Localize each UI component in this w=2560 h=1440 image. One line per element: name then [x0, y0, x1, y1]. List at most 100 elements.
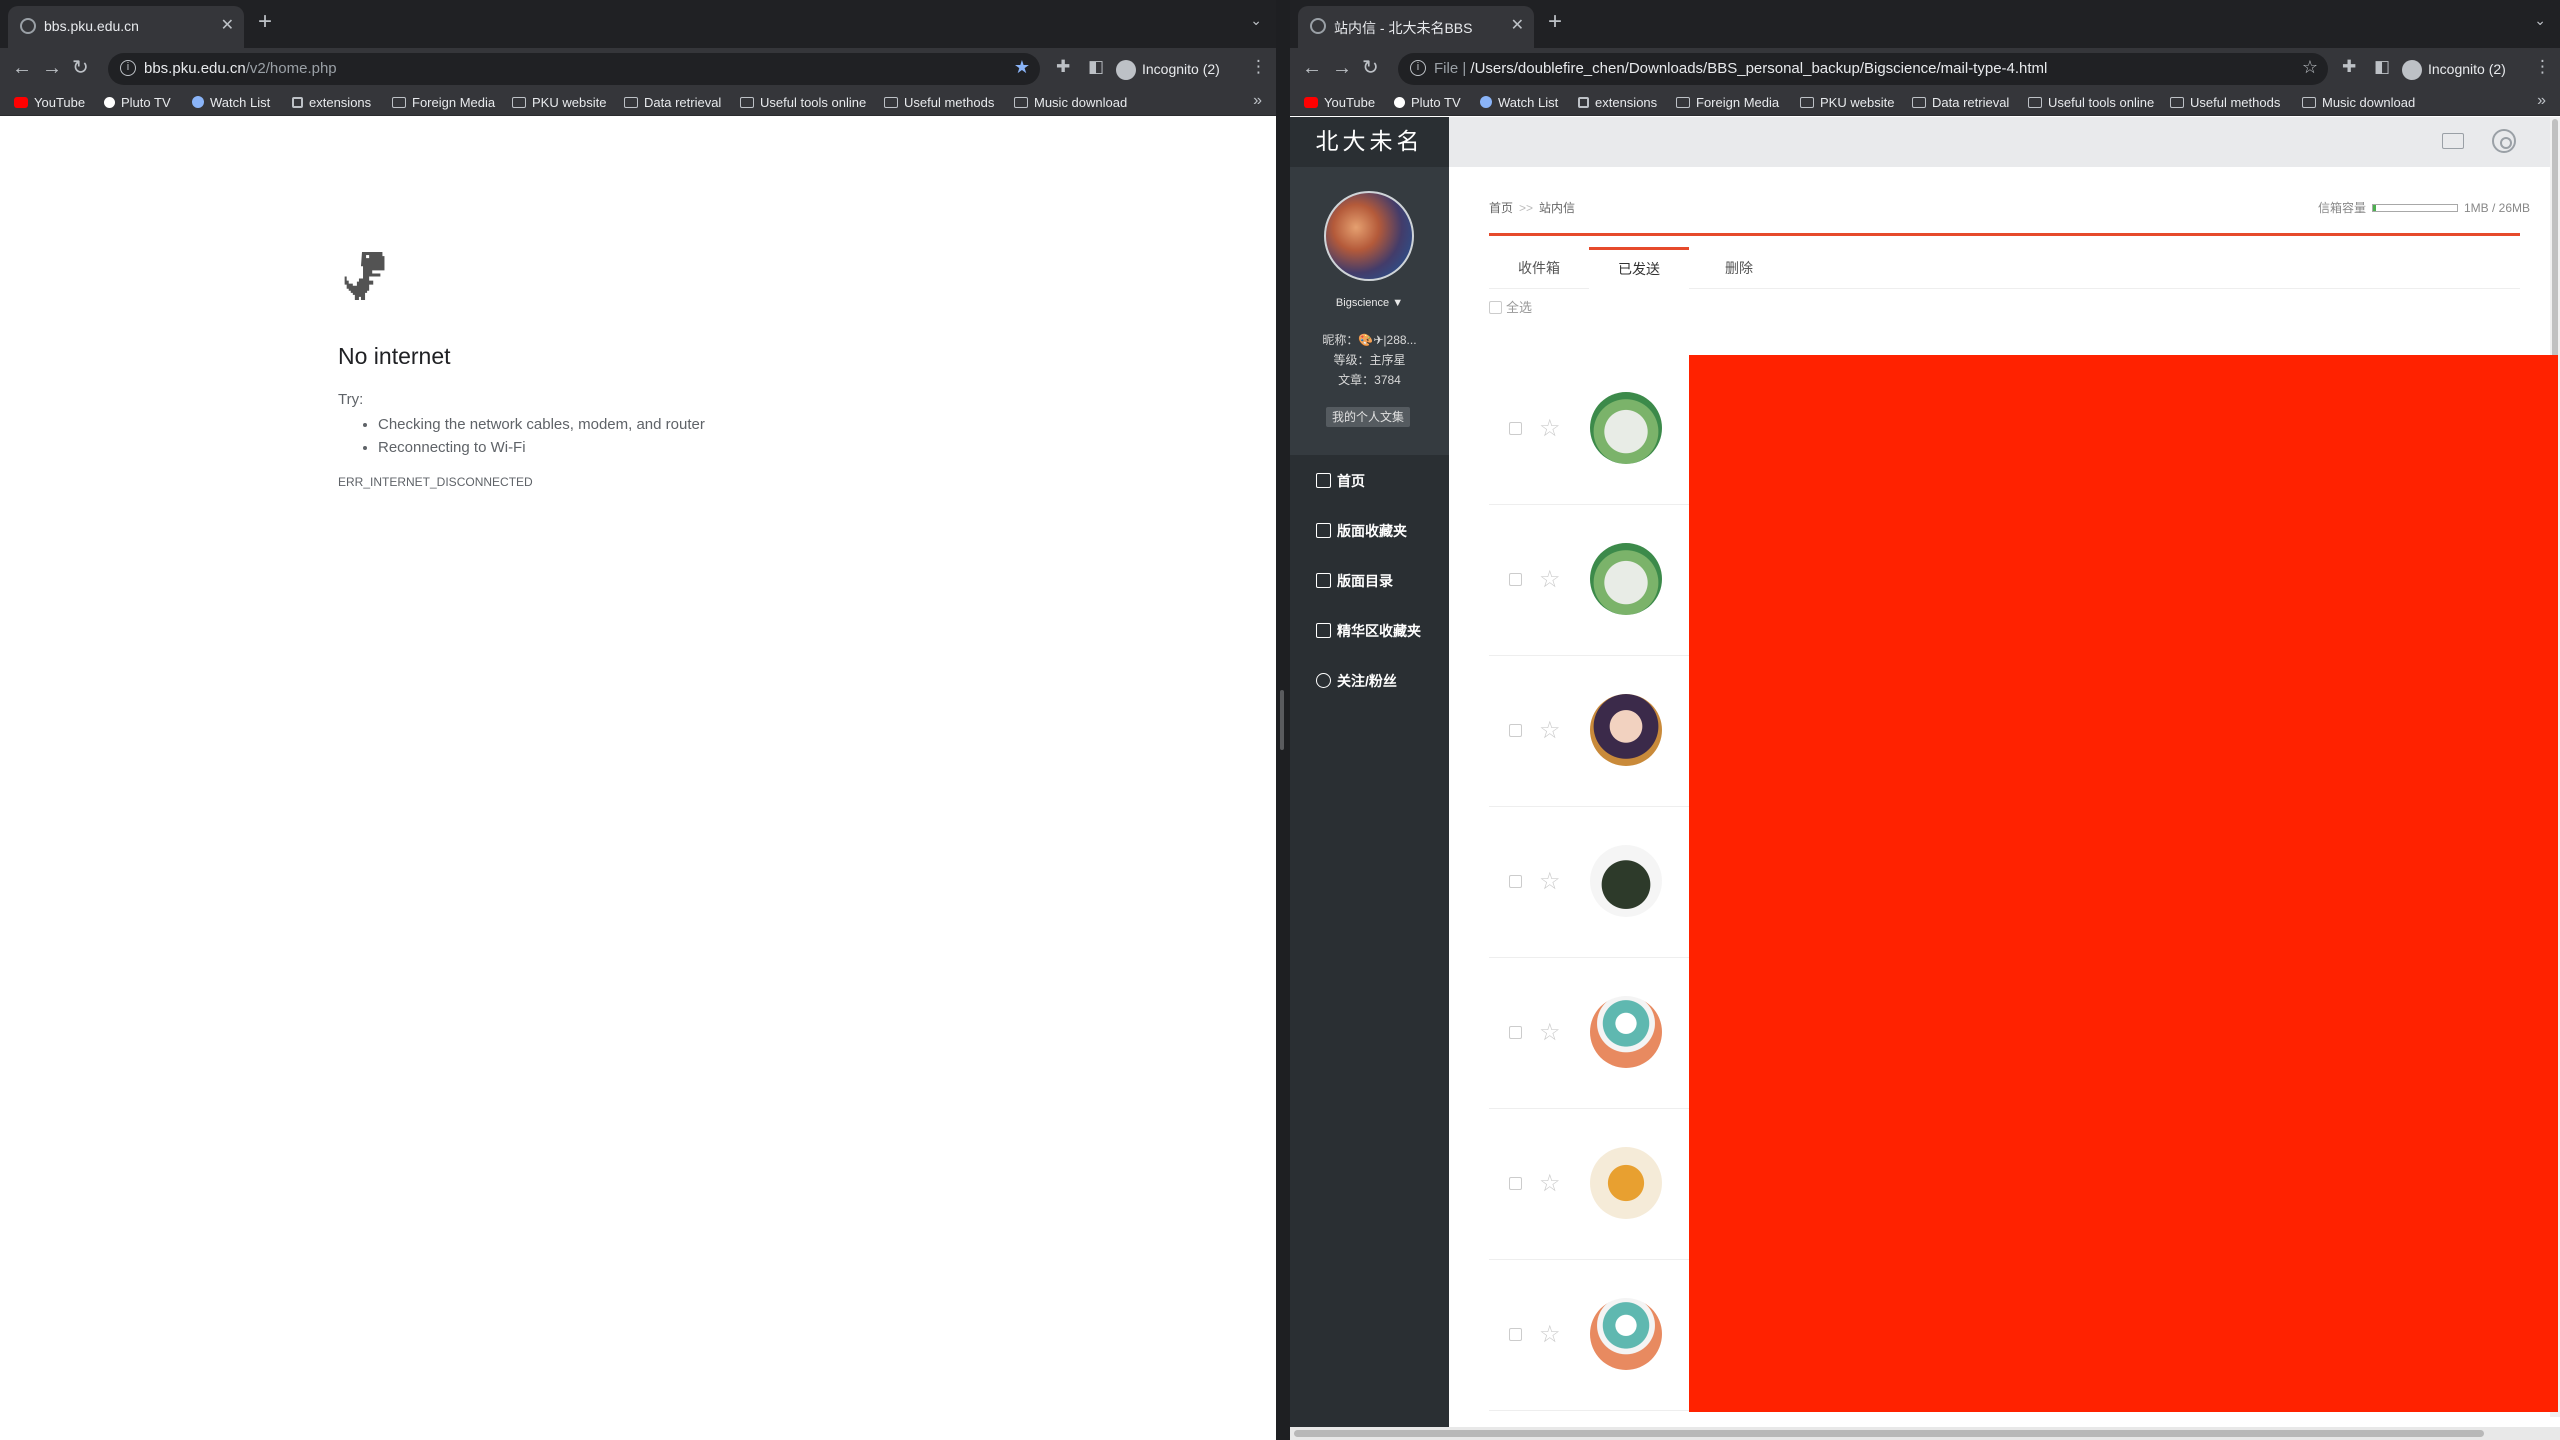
- tab-deleted[interactable]: 删除: [1689, 247, 1789, 289]
- avatar[interactable]: [1324, 191, 1414, 281]
- horizontal-scrollbar[interactable]: [1290, 1427, 2560, 1440]
- duck-avatar[interactable]: [1590, 543, 1662, 615]
- tab-inbox[interactable]: 收件箱: [1489, 247, 1589, 289]
- select-all[interactable]: 全选: [1489, 297, 1532, 316]
- browser-tab[interactable]: 站内信 - 北大未名BBS ✕: [1298, 6, 1534, 48]
- bookmark-useful-tools[interactable]: Useful tools online: [2028, 94, 2154, 112]
- username-dropdown[interactable]: Bigscience ▼: [1290, 297, 1449, 309]
- menu-dots-icon[interactable]: ⋮: [2534, 57, 2551, 77]
- bookmark-pluto-tv[interactable]: Pluto TV: [104, 94, 171, 112]
- garfield-avatar[interactable]: [1590, 1147, 1662, 1219]
- checkbox[interactable]: [1509, 724, 1522, 737]
- side-panel-icon[interactable]: ◧: [1088, 57, 1104, 77]
- bookmark-data-retrieval[interactable]: Data retrieval: [624, 94, 721, 112]
- bookmark-music-download[interactable]: Music download: [1014, 94, 1127, 112]
- star-icon[interactable]: ☆: [1539, 867, 1561, 896]
- side-panel-icon[interactable]: ◧: [2374, 57, 2390, 77]
- duck-avatar[interactable]: [1590, 392, 1662, 464]
- watch-list-icon: [192, 96, 204, 108]
- bookmark-star-icon[interactable]: ☆: [2302, 57, 2318, 78]
- new-tab-button[interactable]: +: [258, 10, 272, 34]
- site-logo[interactable]: 北大未名: [1290, 117, 1449, 167]
- checkbox[interactable]: [1509, 1328, 1522, 1341]
- bookmark-youtube[interactable]: YouTube: [14, 94, 85, 112]
- chevron-double-right-icon[interactable]: »: [1253, 92, 1262, 110]
- back-button[interactable]: ←: [1302, 56, 1322, 80]
- address-bar[interactable]: i File | /Users/doublefire_chen/Download…: [1398, 53, 2328, 85]
- extensions-icon[interactable]: ✚: [1056, 57, 1070, 77]
- user-icon: [1316, 673, 1331, 688]
- bookmark-useful-methods[interactable]: Useful methods: [884, 94, 994, 112]
- mail-icon[interactable]: [2442, 133, 2464, 149]
- bookmark-extensions[interactable]: extensions: [1578, 94, 1657, 112]
- star-icon[interactable]: ☆: [1539, 565, 1561, 594]
- bookmark-music-download[interactable]: Music download: [2302, 94, 2415, 112]
- bookmark-extensions[interactable]: extensions: [292, 94, 371, 112]
- sidebar-item-follow[interactable]: 关注/粉丝: [1316, 671, 1397, 691]
- star-icon[interactable]: ☆: [1539, 414, 1561, 443]
- menu-dots-icon[interactable]: ⋮: [1250, 57, 1267, 77]
- bookmark-foreign-media[interactable]: Foreign Media: [1676, 94, 1779, 112]
- bookmark-watch-list[interactable]: Watch List: [192, 94, 270, 112]
- window-divider[interactable]: [1276, 0, 1290, 1440]
- sidebar-item-home[interactable]: 首页: [1316, 471, 1365, 491]
- chevron-double-right-icon[interactable]: »: [2537, 92, 2546, 110]
- gear-icon[interactable]: [2492, 129, 2516, 153]
- resize-handle[interactable]: [1280, 690, 1284, 750]
- error-suggestions: Checking the network cables, modem, and …: [358, 413, 705, 459]
- user-nickname: 昵称：🎨✈|288...: [1322, 333, 1417, 347]
- sidebar-item-board-directory[interactable]: 版面目录: [1316, 571, 1393, 591]
- bookmark-foreign-media[interactable]: Foreign Media: [392, 94, 495, 112]
- pluto-icon: [104, 97, 115, 108]
- bookmark-youtube[interactable]: YouTube: [1304, 94, 1375, 112]
- default-avatar[interactable]: [1590, 1298, 1662, 1370]
- folder-icon: [392, 97, 406, 108]
- checkbox[interactable]: [1509, 422, 1522, 435]
- sidebar-item-board-favorites[interactable]: 版面收藏夹: [1316, 521, 1407, 541]
- extensions-icon[interactable]: ✚: [2342, 57, 2356, 77]
- bookmark-star-icon[interactable]: ★: [1014, 57, 1030, 78]
- star-icon[interactable]: ☆: [1539, 1018, 1561, 1047]
- bookmark-data-retrieval[interactable]: Data retrieval: [1912, 94, 2009, 112]
- reload-button[interactable]: ↻: [1362, 56, 1379, 80]
- bookmark-pku-website[interactable]: PKU website: [512, 94, 606, 112]
- incognito-indicator[interactable]: Incognito (2): [2402, 56, 2506, 82]
- site-info-icon[interactable]: i: [1410, 60, 1426, 76]
- offline-error-page: No internet Try: Checking the network ca…: [0, 117, 1276, 1440]
- personal-collection-button[interactable]: 我的个人文集: [1326, 407, 1410, 427]
- bookmark-watch-list[interactable]: Watch List: [1480, 94, 1558, 112]
- new-tab-button[interactable]: +: [1548, 10, 1562, 34]
- bookmark-useful-methods[interactable]: Useful methods: [2170, 94, 2280, 112]
- dinosaur-icon[interactable]: [338, 252, 386, 300]
- star-icon[interactable]: ☆: [1539, 716, 1561, 745]
- default-avatar[interactable]: [1590, 996, 1662, 1068]
- anime-girl-avatar[interactable]: [1590, 694, 1662, 766]
- fox-boy-avatar[interactable]: [1590, 845, 1662, 917]
- chevron-down-icon[interactable]: ⌄: [2534, 12, 2546, 29]
- bookmark-pku-website[interactable]: PKU website: [1800, 94, 1894, 112]
- browser-tab[interactable]: bbs.pku.edu.cn ✕: [8, 6, 244, 48]
- star-icon[interactable]: ☆: [1539, 1169, 1561, 1198]
- folder-icon: [1316, 523, 1331, 538]
- checkbox[interactable]: [1509, 875, 1522, 888]
- checkbox[interactable]: [1509, 1177, 1522, 1190]
- star-icon[interactable]: ☆: [1539, 1320, 1561, 1349]
- chevron-down-icon[interactable]: ⌄: [1250, 12, 1262, 29]
- reload-button[interactable]: ↻: [72, 56, 89, 80]
- site-info-icon[interactable]: i: [120, 60, 136, 76]
- incognito-indicator[interactable]: Incognito (2): [1116, 56, 1220, 82]
- breadcrumb-home[interactable]: 首页: [1489, 201, 1513, 215]
- back-button[interactable]: ←: [12, 56, 32, 80]
- sidebar-item-digest-favorites[interactable]: 精华区收藏夹: [1316, 621, 1421, 641]
- bookmark-useful-tools[interactable]: Useful tools online: [740, 94, 866, 112]
- checkbox[interactable]: [1509, 573, 1522, 586]
- forward-button[interactable]: →: [1332, 56, 1352, 80]
- forward-button[interactable]: →: [42, 56, 62, 80]
- checkbox[interactable]: [1509, 1026, 1522, 1039]
- address-bar[interactable]: i bbs.pku.edu.cn/v2/home.php ★: [108, 53, 1040, 85]
- close-icon[interactable]: ✕: [221, 15, 234, 35]
- tab-sent[interactable]: 已发送: [1589, 247, 1689, 289]
- bookmark-pluto-tv[interactable]: Pluto TV: [1394, 94, 1461, 112]
- quota-bar: [2371, 204, 2458, 212]
- close-icon[interactable]: ✕: [1511, 15, 1524, 35]
